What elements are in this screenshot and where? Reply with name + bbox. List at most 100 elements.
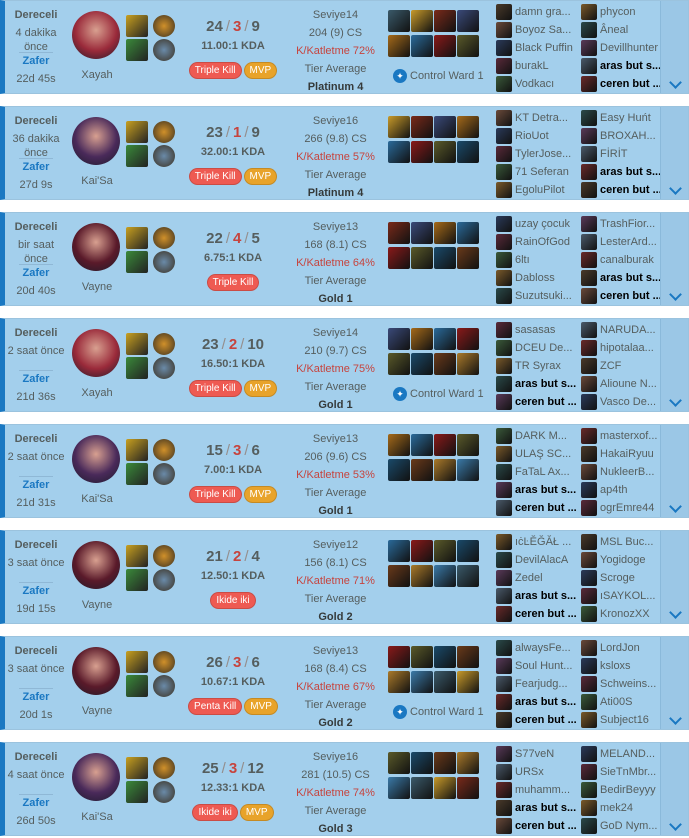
player-name[interactable]: muhamm... xyxy=(515,784,570,796)
player-entry[interactable]: ULAŞ SC... xyxy=(496,446,578,462)
item-icon[interactable] xyxy=(411,671,433,693)
player-name[interactable]: DARK M... xyxy=(515,430,567,442)
player-entry[interactable]: masterxof... xyxy=(581,428,663,444)
player-entry[interactable]: DARK M... xyxy=(496,428,578,444)
player-entry[interactable]: DCEU De... xyxy=(496,340,578,356)
item-icon[interactable] xyxy=(388,328,410,350)
item-icon[interactable] xyxy=(411,646,433,668)
item-icon[interactable] xyxy=(434,777,456,799)
player-entry[interactable]: Ati00S xyxy=(581,694,663,710)
trinket-icon[interactable] xyxy=(457,540,479,562)
player-entry[interactable]: KT Detra... xyxy=(496,110,578,126)
player-name[interactable]: ceren but ... xyxy=(600,184,662,196)
player-entry[interactable]: KronozXX xyxy=(581,606,663,622)
player-entry[interactable]: ceren but ... xyxy=(496,500,578,516)
item-icon[interactable] xyxy=(411,459,433,481)
expand-button[interactable] xyxy=(660,213,688,305)
item-icon[interactable] xyxy=(388,646,410,668)
player-name[interactable]: NARUDA... xyxy=(600,324,656,336)
player-name[interactable]: DevilAlacA xyxy=(515,554,568,566)
player-entry[interactable]: Scroge xyxy=(581,570,663,586)
player-entry[interactable]: 6ltı xyxy=(496,252,578,268)
match-row[interactable]: Dereceli bir saat önce Zafer 20d 40s Vayne 22… xyxy=(0,212,689,306)
player-entry[interactable]: LesterArd... xyxy=(581,234,663,250)
item-icon[interactable] xyxy=(388,141,410,163)
player-name[interactable]: RainOfGod xyxy=(515,236,570,248)
player-name[interactable]: uzay çocuk xyxy=(515,218,570,230)
player-name[interactable]: aras but s... xyxy=(600,272,661,284)
player-name[interactable]: TR Syrax xyxy=(515,360,561,372)
player-name[interactable]: aras but s... xyxy=(515,802,576,814)
player-name[interactable]: aras but s... xyxy=(515,590,576,602)
player-name[interactable]: GoD Nym... xyxy=(600,820,657,832)
player-name[interactable]: Soul Hunt... xyxy=(515,660,572,672)
item-icon[interactable] xyxy=(434,459,456,481)
item-icon[interactable] xyxy=(411,777,433,799)
match-row[interactable]: Dereceli 4 saat önce Zafer 26d 50s Kai'Sa 25/… xyxy=(0,742,689,836)
player-entry[interactable]: LordJon xyxy=(581,640,663,656)
player-name[interactable]: Scroge xyxy=(600,572,635,584)
player-name[interactable]: aras but s... xyxy=(515,378,576,390)
player-name[interactable]: aras but s... xyxy=(600,166,661,178)
item-icon[interactable] xyxy=(411,35,433,57)
player-entry[interactable]: NARUDA... xyxy=(581,322,663,338)
item-icon[interactable] xyxy=(411,116,433,138)
player-name[interactable]: ceren but ... xyxy=(600,78,662,90)
player-name[interactable]: ceren but ... xyxy=(515,502,577,514)
player-entry[interactable]: Yogidoge xyxy=(581,552,663,568)
potion-icon[interactable] xyxy=(457,565,479,587)
player-entry[interactable]: SieTnMbr... xyxy=(581,764,663,780)
player-name[interactable]: ceren but ... xyxy=(515,820,577,832)
item-icon[interactable] xyxy=(411,247,433,269)
player-name[interactable]: 6ltı xyxy=(515,254,530,266)
item-icon[interactable] xyxy=(388,671,410,693)
player-entry[interactable]: burakL xyxy=(496,58,578,74)
item-icon[interactable] xyxy=(411,752,433,774)
item-icon[interactable] xyxy=(388,540,410,562)
item-icon[interactable] xyxy=(411,10,433,32)
player-entry[interactable]: TrashFior... xyxy=(581,216,663,232)
player-entry[interactable]: HakaiRyuu xyxy=(581,446,663,462)
item-icon[interactable] xyxy=(434,752,456,774)
player-name[interactable]: LesterArd... xyxy=(600,236,657,248)
match-row[interactable]: Dereceli 3 saat önce Zafer 20d 1s Vayne 26/3/… xyxy=(0,636,689,730)
player-name[interactable]: Easy Huńt xyxy=(600,112,651,124)
player-name[interactable]: KT Detra... xyxy=(515,112,568,124)
player-entry[interactable]: damn gra... xyxy=(496,4,578,20)
player-name[interactable]: BROXAH... xyxy=(600,130,656,142)
expand-button[interactable] xyxy=(660,107,688,199)
player-name[interactable]: ZCF xyxy=(600,360,621,372)
player-entry[interactable]: aras but s... xyxy=(496,376,578,392)
expand-button[interactable] xyxy=(660,1,688,93)
player-entry[interactable]: hipotalaa... xyxy=(581,340,663,356)
player-name[interactable]: ıSAYKOL... xyxy=(600,590,655,602)
item-icon[interactable] xyxy=(434,247,456,269)
player-name[interactable]: Black Puffin xyxy=(515,42,573,54)
item-icon[interactable] xyxy=(434,116,456,138)
item-icon[interactable] xyxy=(434,35,456,57)
player-name[interactable]: masterxof... xyxy=(600,430,657,442)
player-name[interactable]: Âneal xyxy=(600,24,628,36)
player-name[interactable]: aras but s... xyxy=(600,60,661,72)
player-name[interactable]: ksloxs xyxy=(600,660,631,672)
player-name[interactable]: ıċĿĔĞĂŁ ... xyxy=(515,536,571,548)
trinket-icon[interactable] xyxy=(457,10,479,32)
player-entry[interactable]: mek24 xyxy=(581,800,663,816)
player-entry[interactable]: ceren but ... xyxy=(581,288,663,304)
player-name[interactable]: mek24 xyxy=(600,802,633,814)
player-name[interactable]: Ati00S xyxy=(600,696,632,708)
player-entry[interactable]: Vasco De... xyxy=(581,394,663,410)
player-entry[interactable]: Âneal xyxy=(581,22,663,38)
player-name[interactable]: KronozXX xyxy=(600,608,650,620)
player-entry[interactable]: ceren but ... xyxy=(496,712,578,728)
player-name[interactable]: Boyoz Sa... xyxy=(515,24,571,36)
match-row[interactable]: Dereceli 4 dakika önce Zafer 22d 45s Xayah 24… xyxy=(0,0,689,94)
player-name[interactable]: Suzutsuki... xyxy=(515,290,572,302)
player-name[interactable]: aras but s... xyxy=(515,484,576,496)
player-name[interactable]: Zedel xyxy=(515,572,543,584)
player-entry[interactable]: BedirBeyyy xyxy=(581,782,663,798)
player-entry[interactable]: ceren but ... xyxy=(496,394,578,410)
potion-icon[interactable] xyxy=(457,459,479,481)
player-entry[interactable]: Vodkacı xyxy=(496,76,578,92)
champion-portrait[interactable] xyxy=(72,11,120,59)
